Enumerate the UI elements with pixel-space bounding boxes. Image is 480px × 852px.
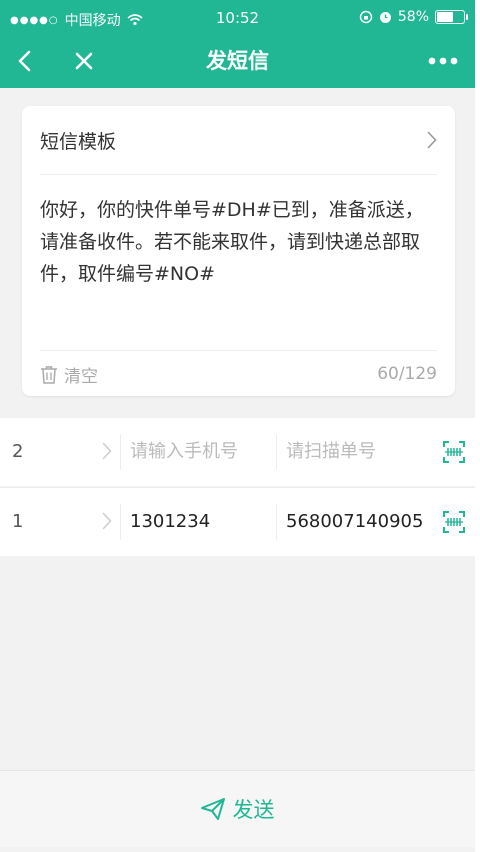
lock-rotation-icon [359, 10, 373, 24]
card-footer: 清空 60/129 [40, 350, 437, 397]
header: ●●●●○ 中国移动 10:52 58% 发短信 [0, 0, 475, 88]
divider [276, 434, 277, 470]
order-input[interactable]: 请扫描单号 [286, 418, 376, 486]
row-index: 2 [12, 441, 24, 462]
chevron-right-icon[interactable] [102, 512, 112, 530]
list-item: 2 请输入手机号 请扫描单号 [0, 418, 475, 486]
more-button[interactable] [425, 34, 461, 88]
phone-input[interactable]: 1301234 [130, 488, 210, 556]
template-selector[interactable]: 短信模板 [40, 106, 437, 175]
battery-icon [435, 10, 468, 24]
send-label: 发送 [232, 798, 275, 822]
scan-icon[interactable] [442, 510, 466, 534]
more-dots-icon [428, 57, 458, 65]
bottom-bar: 发送 [0, 770, 475, 847]
scan-icon[interactable] [442, 440, 466, 464]
chevron-right-icon[interactable] [102, 442, 112, 460]
divider [276, 504, 277, 540]
send-icon [200, 798, 225, 820]
template-label: 短信模板 [40, 130, 117, 153]
phone-input[interactable]: 请输入手机号 [130, 418, 238, 486]
message-text[interactable]: 你好，你的快件单号#DH#已到，准备派送，请准备收件。若不能来取件，请到快递总部… [40, 194, 441, 290]
row-index: 1 [12, 511, 24, 532]
divider [120, 504, 121, 540]
app-frame: ●●●●○ 中国移动 10:52 58% 发短信 短信模板 你好，你的快件单号#… [0, 0, 475, 852]
order-input[interactable]: 568007140905 [286, 488, 423, 556]
clear-button[interactable]: 清空 [40, 362, 98, 387]
trash-icon [41, 365, 57, 384]
battery-percent: 58% [397, 9, 429, 25]
send-button[interactable]: 发送 [0, 771, 475, 847]
divider [120, 434, 121, 470]
alarm-icon [379, 11, 391, 23]
navbar: 发短信 [0, 34, 475, 88]
chevron-right-icon [427, 131, 437, 149]
status-bar: ●●●●○ 中国移动 10:52 58% [0, 0, 475, 34]
page-title: 发短信 [206, 49, 269, 73]
list-item: 1 1301234 568007140905 [0, 487, 475, 556]
clear-label: 清空 [64, 366, 98, 387]
char-count: 60/129 [377, 364, 437, 384]
template-card: 短信模板 你好，你的快件单号#DH#已到，准备派送，请准备收件。若不能来取件，请… [22, 106, 455, 396]
